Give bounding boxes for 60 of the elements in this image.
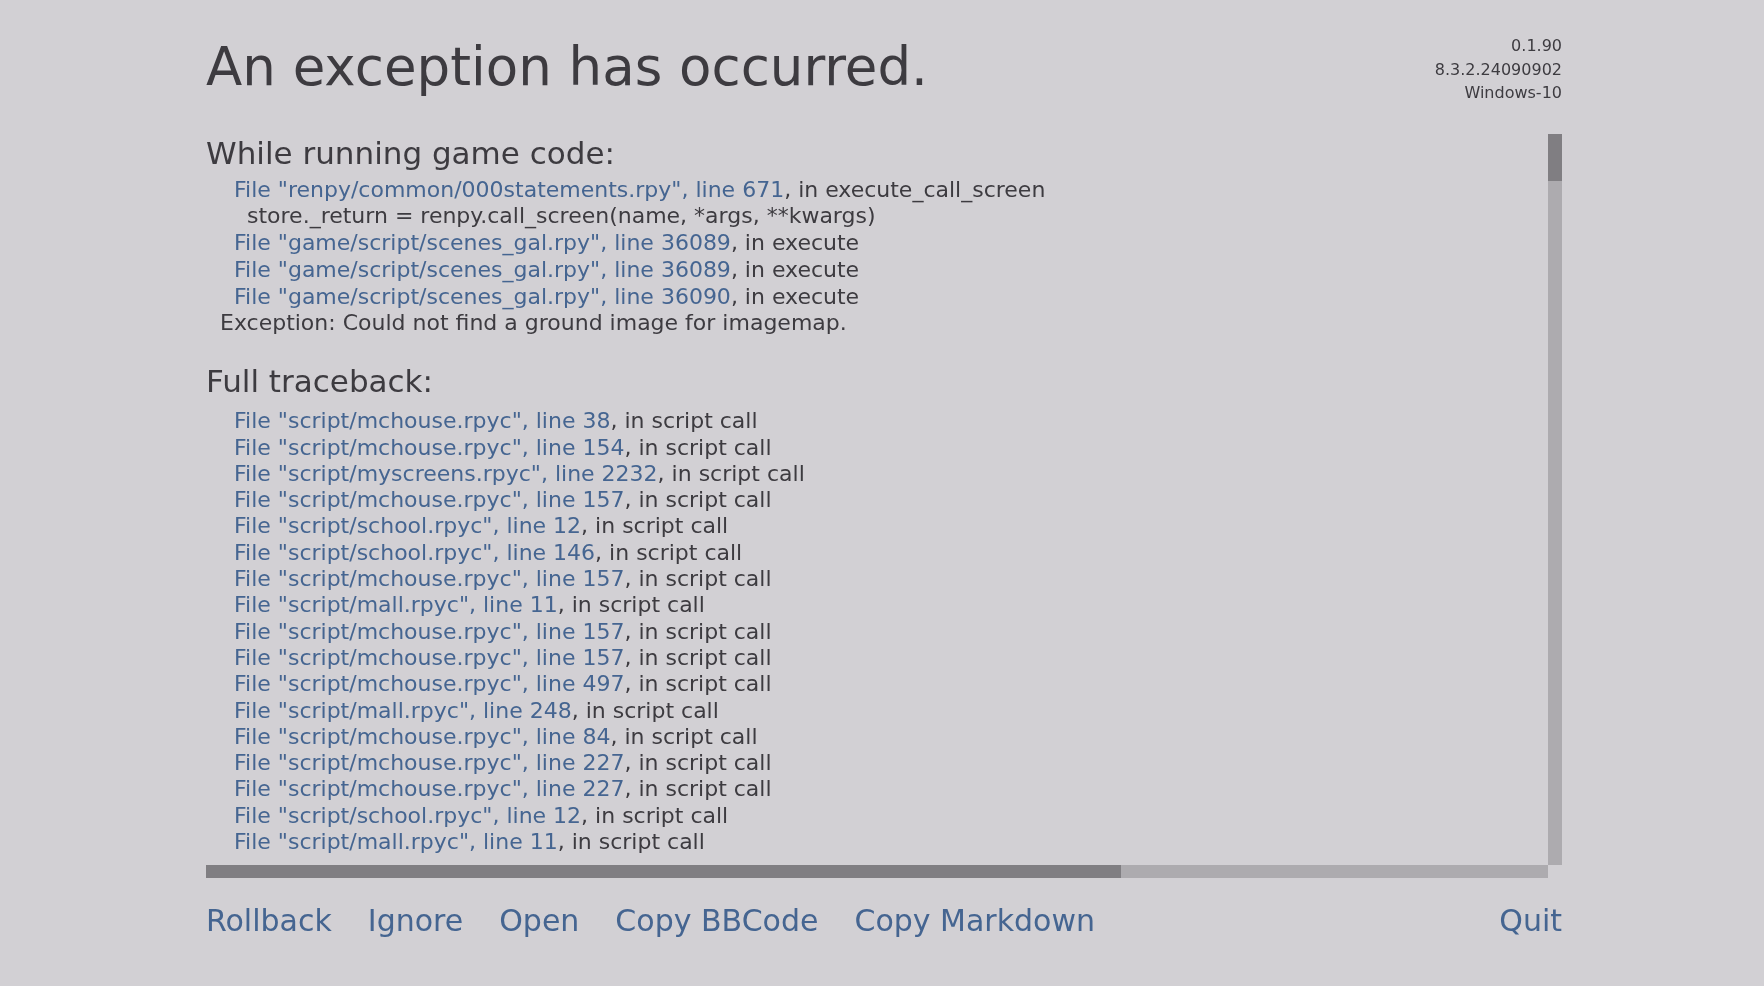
vertical-scrollbar[interactable]: [1548, 133, 1562, 865]
source-line: store._return = renpy.call_screen(name, *args, **kwargs): [247, 203, 876, 231]
traceback-line: File "script/mchouse.rpyc", line 227, in script call: [234, 776, 772, 803]
file-link[interactable]: File "script/mchouse.rpyc", line 154: [234, 434, 625, 460]
file-link[interactable]: File "script/mchouse.rpyc", line 157: [234, 566, 625, 592]
file-link[interactable]: File "renpy/common/000statements.rpy", line 671: [234, 176, 785, 202]
file-link[interactable]: File "script/mall.rpyc", line 248: [234, 697, 572, 723]
traceback-line: File "script/school.rpyc", line 146, in script call: [234, 539, 743, 567]
traceback-line: File "script/mchouse.rpyc", line 497, in script call: [234, 671, 772, 698]
version-text: 0.1.90: [1511, 35, 1562, 57]
error-title: An exception has occurred.: [206, 35, 928, 99]
traceback-line: File "script/school.rpyc", line 12, in script call: [234, 513, 729, 540]
version-text: Windows-10: [1464, 82, 1562, 104]
traceback-line: File "script/mchouse.rpyc", line 157, in script call: [234, 644, 772, 672]
exception-message: Exception: Could not find a ground image for imagemap.: [220, 310, 847, 338]
section-heading: Full traceback:: [206, 362, 433, 401]
traceback-line: File "script/mchouse.rpyc", line 38, in script call: [234, 408, 758, 435]
traceback-line: File "game/script/scenes_gal.rpy", line 36089, in execute: [234, 256, 860, 284]
file-link[interactable]: File "script/mchouse.rpyc", line 157: [234, 644, 625, 670]
action-button[interactable]: Copy Markdown: [854, 902, 1095, 939]
section-heading: While running game code:: [206, 133, 615, 172]
file-link[interactable]: File "game/script/scenes_gal.rpy", line 36089: [234, 230, 731, 256]
horizontal-scrollbar[interactable]: [206, 864, 1548, 878]
file-link[interactable]: File "script/mchouse.rpyc", line 84: [234, 723, 611, 749]
traceback-line: File "script/myscreens.rpyc", line 2232, in script call: [234, 460, 805, 488]
version-text: 8.3.2.24090902: [1434, 58, 1562, 81]
traceback-line: File "script/mall.rpyc", line 11, in script call: [234, 829, 705, 856]
file-link[interactable]: File "script/mchouse.rpyc", line 157: [234, 618, 625, 644]
file-link[interactable]: File "script/mchouse.rpyc", line 497: [234, 671, 625, 697]
file-link[interactable]: File "game/script/scenes_gal.rpy", line 36090: [234, 283, 731, 309]
file-link[interactable]: File "script/mchouse.rpyc", line 157: [234, 487, 625, 513]
traceback-line: File "script/mchouse.rpyc", line 157, in script call: [234, 566, 772, 593]
traceback-line: File "renpy/common/000statements.rpy", line 671, in execute_call_screen: [234, 176, 1046, 204]
file-link[interactable]: File "script/school.rpyc", line 12: [234, 513, 582, 539]
action-button[interactable]: Rollback: [206, 902, 332, 939]
file-link[interactable]: File "game/script/scenes_gal.rpy", line 36089: [234, 256, 731, 282]
traceback-line: File "game/script/scenes_gal.rpy", line 36089, in execute: [234, 230, 860, 257]
file-link[interactable]: File "script/school.rpyc", line 146: [234, 539, 596, 565]
action-button[interactable]: Ignore: [367, 902, 464, 939]
traceback-line: File "script/mchouse.rpyc", line 154, in script call: [234, 434, 772, 461]
file-link[interactable]: File "script/mchouse.rpyc", line 227: [234, 776, 625, 802]
file-link[interactable]: File "script/mchouse.rpyc", line 38: [234, 408, 611, 434]
traceback-line: File "script/school.rpyc", line 12, in script call: [234, 802, 729, 830]
action-button[interactable]: Copy BBCode: [615, 902, 819, 939]
file-link[interactable]: File "script/myscreens.rpyc", line 2232: [234, 460, 658, 486]
scrollbar-thumb[interactable]: [1548, 133, 1562, 181]
traceback-line: File "script/mchouse.rpyc", line 84, in script call: [234, 723, 758, 751]
file-link[interactable]: File "script/school.rpyc", line 12: [234, 802, 582, 828]
traceback-line: File "game/script/scenes_gal.rpy", line 36090, in execute: [234, 283, 860, 311]
traceback-line: File "script/mall.rpyc", line 248, in script call: [234, 697, 719, 724]
scrollbar-thumb[interactable]: [206, 864, 1121, 878]
file-link[interactable]: File "script/mchouse.rpyc", line 227: [234, 750, 625, 776]
file-link[interactable]: File "script/mall.rpyc", line 11: [234, 829, 558, 855]
traceback-line: File "script/mchouse.rpyc", line 157, in script call: [234, 618, 772, 645]
traceback-line: File "script/mchouse.rpyc", line 157, in script call: [234, 487, 772, 514]
file-link[interactable]: File "script/mall.rpyc", line 11: [234, 592, 558, 618]
quit-button[interactable]: Quit: [1499, 902, 1562, 939]
action-button[interactable]: Open: [499, 902, 580, 939]
traceback-line: File "script/mchouse.rpyc", line 227, in script call: [234, 750, 772, 777]
traceback-line: File "script/mall.rpyc", line 11, in script call: [234, 592, 705, 619]
